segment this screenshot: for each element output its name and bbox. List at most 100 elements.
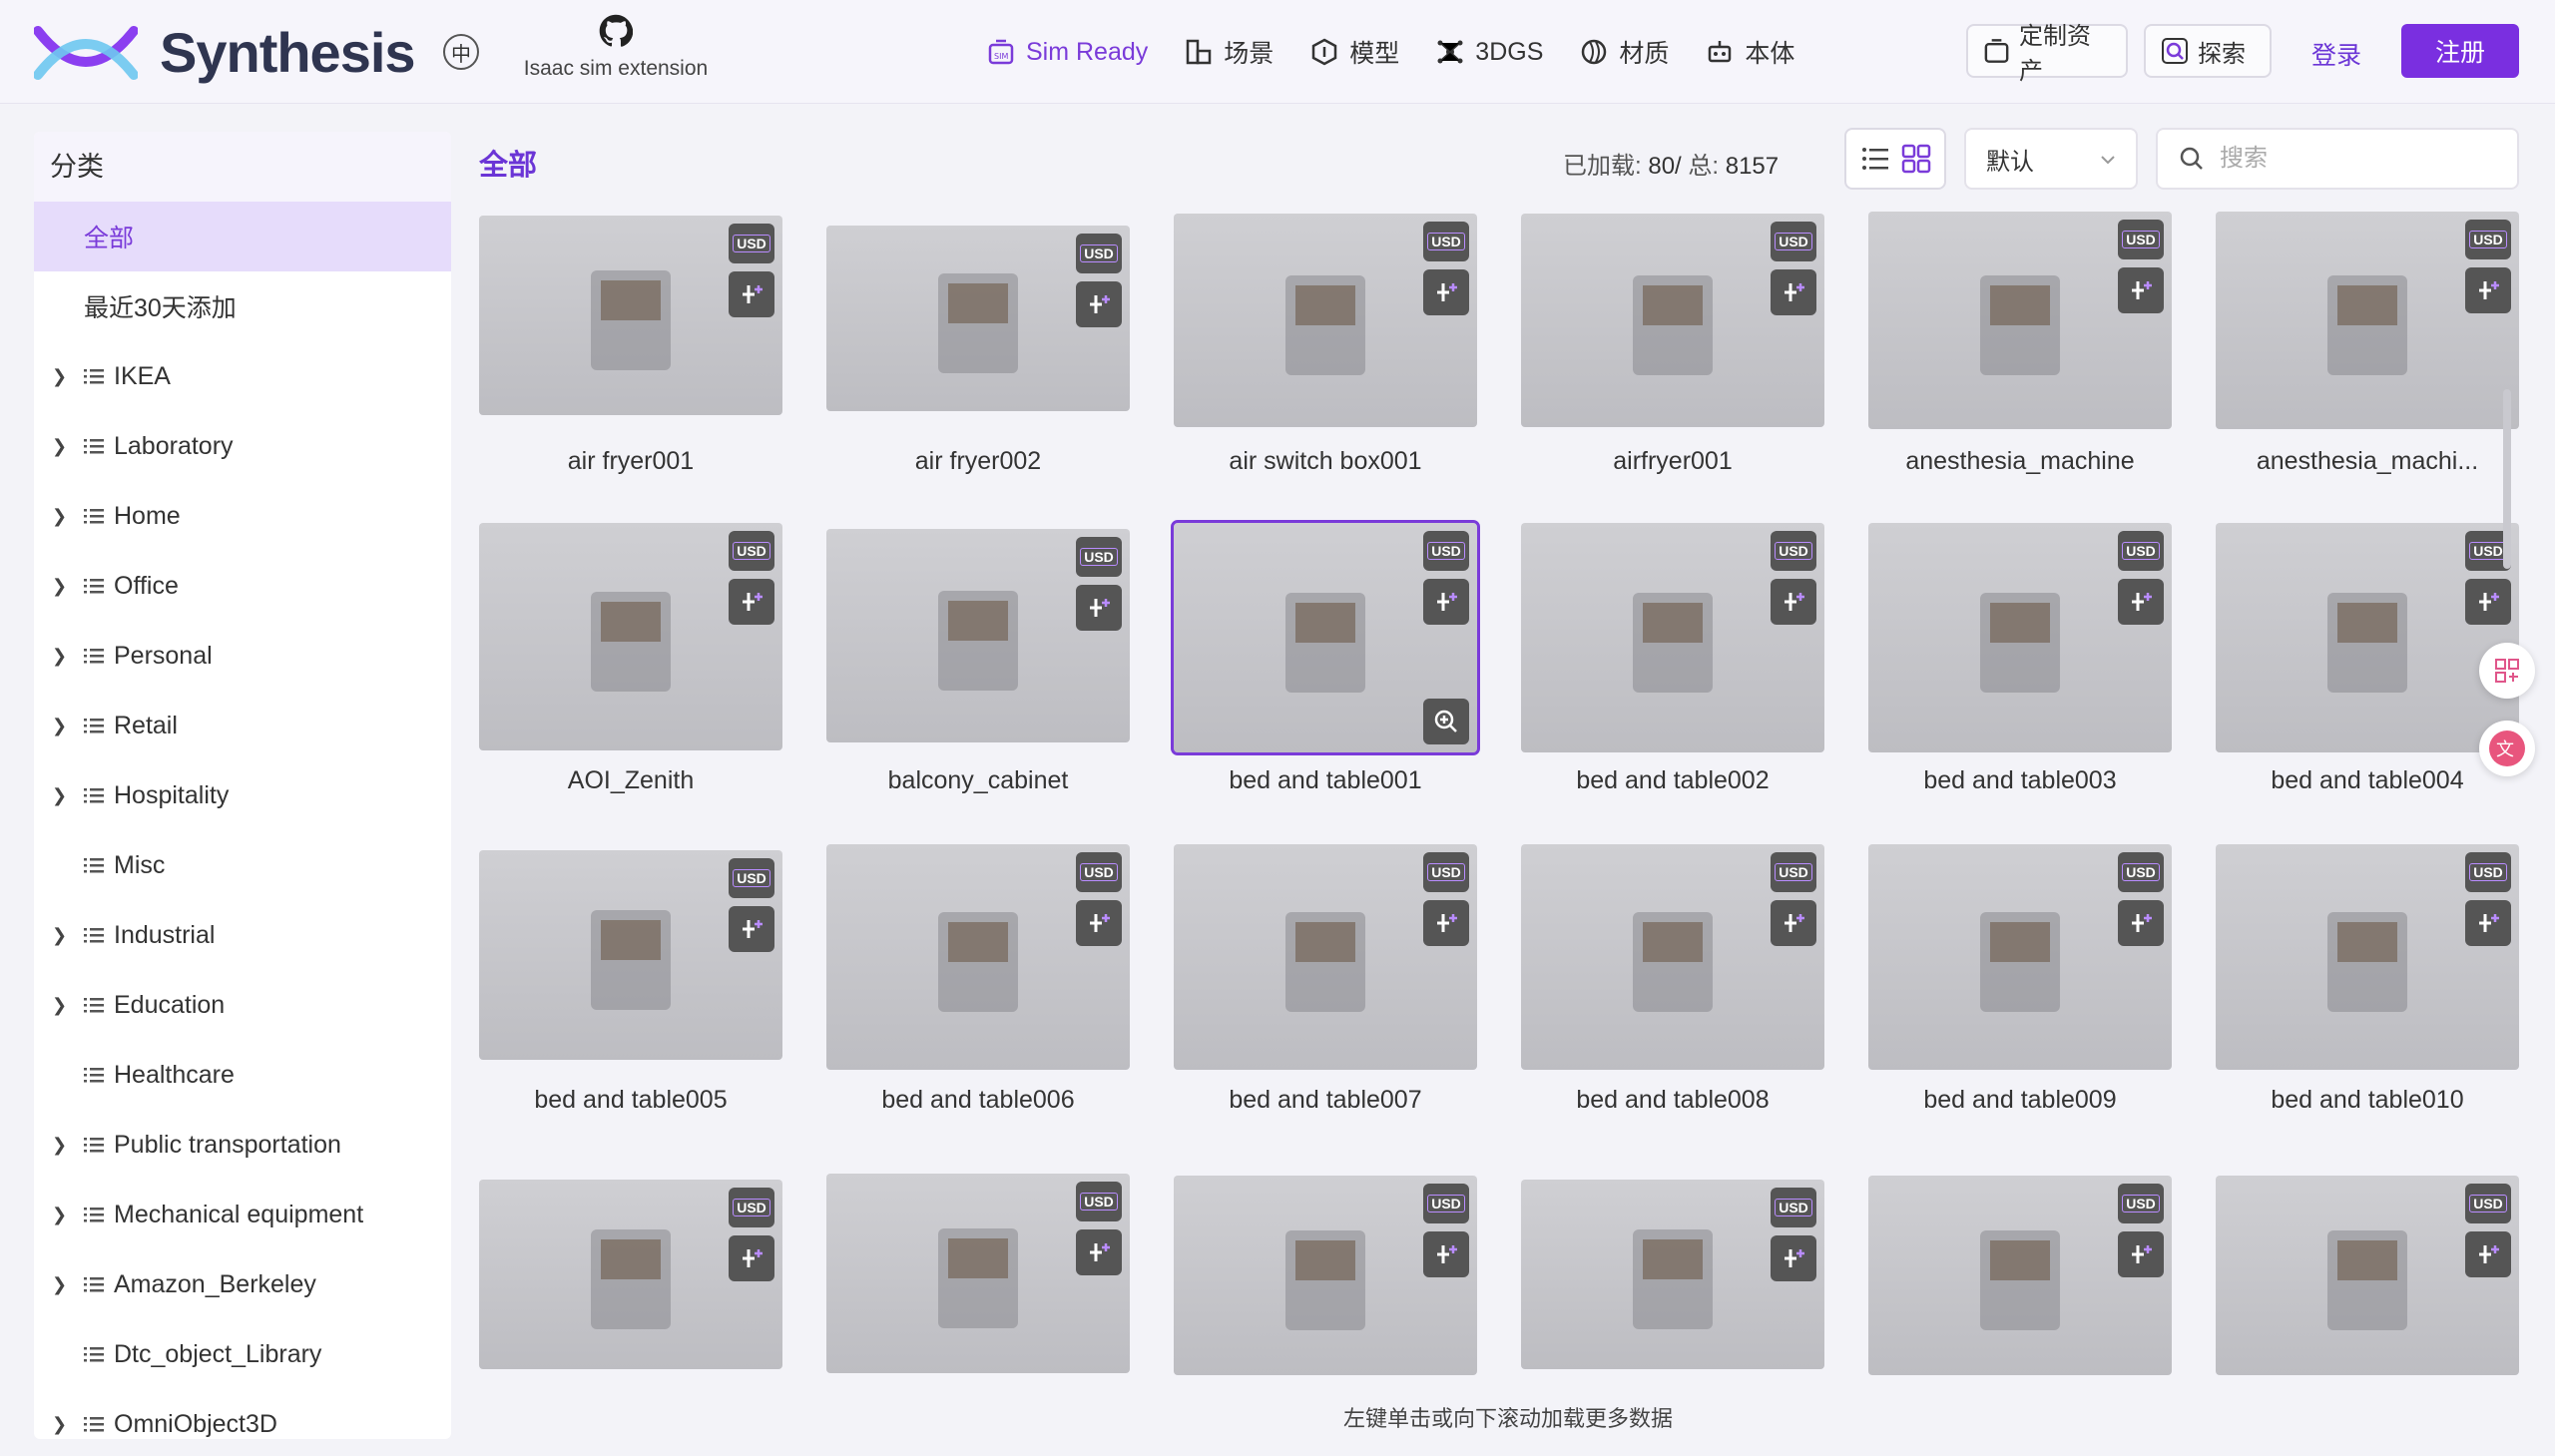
add-to-scene-button[interactable] (1771, 269, 1816, 315)
chevron-right-icon[interactable]: ❯ (52, 576, 67, 597)
add-to-scene-button[interactable] (1423, 269, 1469, 315)
asset-thumbnail[interactable]: USD (1868, 844, 2172, 1070)
login-link[interactable]: 登录 (2311, 36, 2361, 72)
nav-scene[interactable]: 场景 (1184, 30, 1274, 74)
add-to-scene-button[interactable] (2465, 1231, 2511, 1277)
asset-thumbnail[interactable]: USD (1521, 214, 1824, 427)
add-to-scene-button[interactable] (2465, 579, 2511, 625)
asset-name[interactable]: bed and table004 (2216, 766, 2519, 795)
custom-assets-button[interactable]: 定制资产 (1966, 23, 2128, 85)
asset-thumbnail[interactable]: USD (1521, 1180, 1824, 1369)
asset-name[interactable]: AOI_Zenith (479, 766, 782, 795)
asset-name[interactable]: anesthesia_machine (1868, 447, 2172, 476)
explore-button[interactable]: 探索 (2144, 24, 2272, 78)
isaac-sim-extension-link[interactable]: Isaac sim extension (521, 14, 711, 81)
sidebar-item[interactable]: Misc (34, 830, 451, 900)
add-to-scene-button[interactable] (1771, 579, 1816, 625)
sidebar-item[interactable]: ❯ Personal (34, 621, 451, 691)
add-to-scene-button[interactable] (1771, 1235, 1816, 1281)
add-to-scene-button[interactable] (2118, 1231, 2164, 1277)
chevron-right-icon[interactable]: ❯ (52, 1135, 67, 1156)
apps-float-button[interactable] (2479, 643, 2535, 699)
brand-logo[interactable]: Synthesis (34, 20, 416, 85)
sidebar-item[interactable]: ❯ Home (34, 481, 451, 551)
search-input[interactable] (2220, 145, 2499, 173)
asset-thumbnail[interactable]: USD (1174, 844, 1477, 1070)
asset-name[interactable]: bed and table001 (1174, 766, 1477, 795)
asset-thumbnail[interactable]: USD (479, 850, 782, 1060)
sidebar-item[interactable]: ❯ Public transportation (34, 1110, 451, 1180)
asset-thumbnail[interactable]: USD (2216, 523, 2519, 752)
nav-robot[interactable]: 本体 (1705, 30, 1794, 74)
add-to-scene-button[interactable] (2465, 267, 2511, 313)
chevron-right-icon[interactable]: ❯ (52, 506, 67, 527)
asset-name[interactable]: anesthesia_machi... (2216, 447, 2519, 476)
asset-name[interactable]: bed and table005 (479, 1086, 782, 1115)
grid-scrollbar[interactable] (2503, 389, 2511, 569)
chevron-right-icon[interactable]: ❯ (52, 1414, 67, 1435)
list-view-icon[interactable] (1859, 143, 1891, 175)
asset-name[interactable]: air switch box001 (1174, 447, 1477, 476)
asset-thumbnail[interactable]: USD (826, 1174, 1130, 1373)
add-to-scene-button[interactable] (729, 906, 774, 952)
chevron-right-icon[interactable]: ❯ (52, 436, 67, 457)
asset-name[interactable]: bed and table006 (826, 1086, 1130, 1115)
asset-thumbnail[interactable]: USD (1868, 212, 2172, 429)
sidebar-item[interactable]: ❯ Retail (34, 691, 451, 760)
asset-thumbnail[interactable]: USD (1171, 520, 1480, 755)
asset-thumbnail[interactable]: USD (479, 523, 782, 750)
asset-thumbnail[interactable]: USD (1868, 523, 2172, 752)
asset-thumbnail[interactable]: USD (2216, 844, 2519, 1070)
translate-float-button[interactable]: 文 (2479, 721, 2535, 776)
asset-thumbnail[interactable]: USD (1521, 844, 1824, 1070)
sidebar-item[interactable]: Healthcare (34, 1040, 451, 1110)
asset-name[interactable]: bed and table010 (2216, 1086, 2519, 1115)
chevron-right-icon[interactable]: ❯ (52, 995, 67, 1016)
asset-thumbnail[interactable]: USD (826, 844, 1130, 1070)
chevron-right-icon[interactable]: ❯ (52, 785, 67, 806)
grid-view-icon[interactable] (1900, 143, 1932, 175)
register-button[interactable]: 注册 (2401, 24, 2519, 78)
asset-thumbnail[interactable]: USD (826, 529, 1130, 742)
add-to-scene-button[interactable] (1423, 900, 1469, 946)
add-to-scene-button[interactable] (1076, 281, 1122, 327)
asset-thumbnail[interactable]: USD (826, 226, 1130, 411)
asset-thumbnail[interactable]: USD (1174, 1176, 1477, 1375)
add-to-scene-button[interactable] (1076, 900, 1122, 946)
sidebar-item[interactable]: ❯ Mechanical equipment (34, 1180, 451, 1249)
asset-name[interactable]: bed and table002 (1521, 766, 1824, 795)
nav-model[interactable]: 模型 (1309, 30, 1399, 74)
load-more-hint[interactable]: 左键单击或向下滚动加载更多数据 (1343, 1401, 1673, 1433)
nav-sim-ready[interactable]: SIM Sim Ready (986, 30, 1148, 74)
sidebar-item[interactable]: ❯ Education (34, 970, 451, 1040)
asset-name[interactable]: air fryer001 (479, 447, 782, 476)
asset-name[interactable]: balcony_cabinet (826, 766, 1130, 795)
sidebar-item[interactable]: ❯ OmniObject3D (34, 1389, 451, 1439)
language-toggle[interactable]: 中 (443, 34, 479, 70)
add-to-scene-button[interactable] (729, 271, 774, 317)
sidebar-item[interactable]: Dtc_object_Library (34, 1319, 451, 1389)
asset-thumbnail[interactable]: USD (2216, 212, 2519, 429)
asset-name[interactable]: bed and table007 (1174, 1086, 1477, 1115)
zoom-button[interactable] (1423, 699, 1469, 744)
chevron-right-icon[interactable]: ❯ (52, 646, 67, 667)
sidebar-item[interactable]: ❯ Industrial (34, 900, 451, 970)
asset-thumbnail[interactable]: USD (479, 216, 782, 415)
add-to-scene-button[interactable] (2118, 900, 2164, 946)
nav-3dgs[interactable]: 3DGS (1435, 30, 1543, 74)
asset-thumbnail[interactable]: USD (1521, 523, 1824, 752)
asset-thumbnail[interactable]: USD (1868, 1176, 2172, 1375)
add-to-scene-button[interactable] (2118, 579, 2164, 625)
add-to-scene-button[interactable] (2465, 900, 2511, 946)
chevron-right-icon[interactable]: ❯ (52, 366, 67, 387)
chevron-right-icon[interactable]: ❯ (52, 925, 67, 946)
sort-select[interactable]: 默认 (1964, 128, 2138, 190)
add-to-scene-button[interactable] (1076, 585, 1122, 631)
chevron-right-icon[interactable]: ❯ (52, 1274, 67, 1295)
asset-name[interactable]: bed and table008 (1521, 1086, 1824, 1115)
add-to-scene-button[interactable] (729, 1235, 774, 1281)
asset-thumbnail[interactable]: USD (2216, 1176, 2519, 1375)
asset-name[interactable]: bed and table003 (1868, 766, 2172, 795)
asset-thumbnail[interactable]: USD (1174, 214, 1477, 427)
sidebar-item[interactable]: ❯ Office (34, 551, 451, 621)
